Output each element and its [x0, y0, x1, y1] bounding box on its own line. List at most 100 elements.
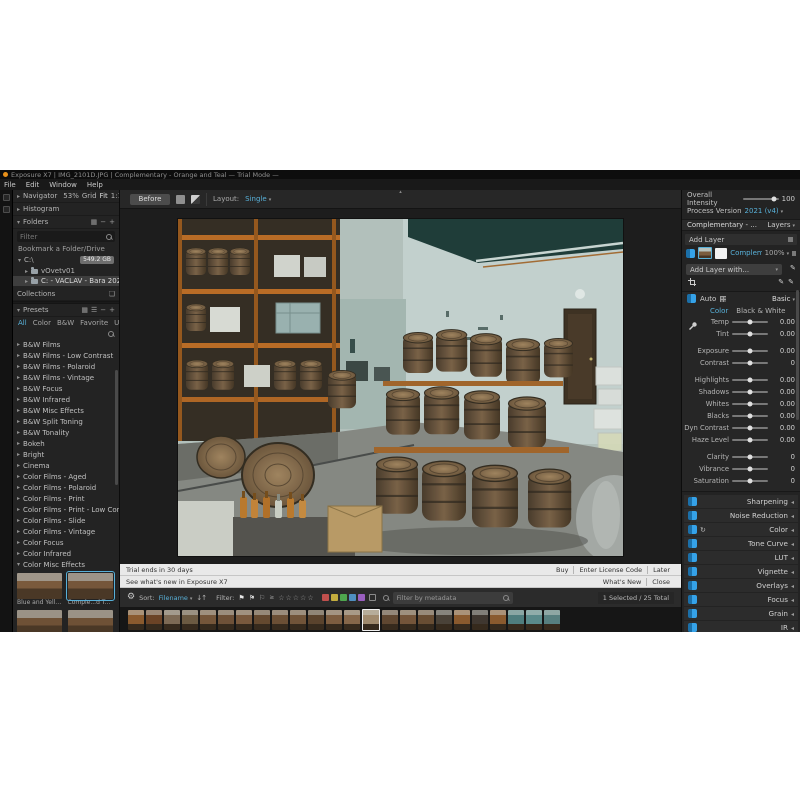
filmstrip-thumbnail[interactable]: [382, 610, 398, 630]
slider-track[interactable]: [732, 468, 768, 470]
menu-item[interactable]: Edit: [26, 181, 40, 189]
effect-panel-row[interactable]: ↻ Sharpening: [684, 495, 798, 508]
preset-group-item[interactable]: B&W Infrared: [13, 394, 119, 405]
slider-track[interactable]: [732, 480, 768, 482]
overall-intensity-slider[interactable]: [743, 198, 779, 200]
sort-direction-icon[interactable]: ↓↑: [196, 594, 206, 602]
preset-group-item[interactable]: Color Infrared: [13, 548, 119, 559]
preset-group-item[interactable]: B&W Tonality: [13, 427, 119, 438]
effect-panel-row[interactable]: ↻ Grain: [684, 607, 798, 620]
enable-toggle[interactable]: [688, 553, 697, 562]
effect-panel-row[interactable]: ↻ Vignette: [684, 565, 798, 578]
notification-action[interactable]: What's New: [598, 578, 647, 586]
keyword-icon[interactable]: [383, 595, 389, 601]
navigator-header[interactable]: Navigator 53% Grid Fit 1:1: [13, 190, 119, 203]
slider-knob[interactable]: [748, 349, 753, 354]
preset-group-item[interactable]: B&W Films - Polaroid: [13, 361, 119, 372]
preset-thumbnail[interactable]: Blue and Yellow: [17, 573, 62, 607]
filmstrip-thumbnail[interactable]: [164, 610, 180, 630]
preset-group-item[interactable]: Color Films - Print - Low Contrast: [13, 504, 119, 515]
slider-knob[interactable]: [748, 426, 753, 431]
flag-unflagged-icon[interactable]: ⚐: [259, 594, 265, 602]
enable-toggle[interactable]: [688, 497, 697, 506]
filmstrip-thumbnail[interactable]: [218, 610, 234, 630]
slider-knob[interactable]: [748, 414, 753, 419]
preset-group-item[interactable]: Color Focus: [13, 537, 119, 548]
slider-knob[interactable]: [748, 479, 753, 484]
color-label-none-chip[interactable]: [369, 594, 376, 601]
filmstrip-thumbnail[interactable]: [472, 610, 488, 630]
layer-name[interactable]: Complem...: [730, 249, 761, 257]
list-view-icon[interactable]: ☰: [91, 306, 97, 314]
slider-track[interactable]: [732, 403, 768, 405]
drive-row[interactable]: C:\ 549.2 GB: [13, 254, 119, 266]
folder-row[interactable]: C: - VACLAV - Bara 2021: [13, 276, 119, 286]
slider-track[interactable]: [732, 439, 768, 441]
filmstrip-thumbnail[interactable]: [290, 610, 306, 630]
grid-button[interactable]: Grid: [82, 192, 97, 200]
slider-track[interactable]: [732, 321, 768, 323]
effect-panel-row[interactable]: ↻ IR: [684, 621, 798, 632]
effect-panel-row[interactable]: ↻ Overlays: [684, 579, 798, 592]
preset-tab[interactable]: Color: [33, 319, 51, 327]
basic-enable-toggle[interactable]: [687, 294, 696, 303]
left-scrollbar[interactable]: [115, 370, 118, 485]
layer-visibility-toggle[interactable]: [686, 249, 695, 258]
color-label-chip[interactable]: [322, 594, 329, 601]
filmstrip-thumbnail[interactable]: [400, 610, 416, 630]
color-label-chip[interactable]: [358, 594, 365, 601]
slider-track[interactable]: [732, 391, 768, 393]
collections-row[interactable]: Collections ❏: [13, 288, 119, 301]
slider-knob[interactable]: [748, 402, 753, 407]
preset-thumbnail[interactable]: [68, 610, 113, 632]
enable-toggle[interactable]: [688, 581, 697, 590]
filmstrip-thumbnail[interactable]: [146, 610, 162, 630]
flag-reject-icon[interactable]: ⚑: [249, 594, 255, 602]
preset-thumbnail[interactable]: Comple...d Teal: [68, 573, 113, 607]
photo-canvas[interactable]: [120, 209, 681, 564]
layers-header[interactable]: Complementary - ... Layers: [682, 219, 800, 231]
auto-levels-icon[interactable]: [720, 296, 726, 302]
preset-tab[interactable]: Color: [710, 307, 728, 315]
brush-tool-icon[interactable]: ✎: [788, 278, 794, 286]
preset-tab[interactable]: Favorite: [80, 319, 108, 327]
enable-toggle[interactable]: [688, 623, 697, 632]
notification-action[interactable]: Close: [646, 578, 675, 586]
slider-knob[interactable]: [748, 467, 753, 472]
crop-tool-icon[interactable]: [688, 278, 696, 286]
fit-button[interactable]: Fit: [100, 192, 108, 200]
slider-knob[interactable]: [748, 361, 753, 366]
enable-toggle[interactable]: [688, 525, 697, 534]
slider-knob[interactable]: [748, 390, 753, 395]
add-layer-with-select[interactable]: Add Layer with...: [686, 264, 782, 275]
filmstrip-thumbnail[interactable]: [436, 610, 452, 630]
notification-action[interactable]: Later: [647, 566, 675, 574]
filmstrip-thumbnail[interactable]: [490, 610, 506, 630]
right-scrollbar[interactable]: [796, 290, 799, 420]
slider-track[interactable]: [732, 415, 768, 417]
star-rating-filter[interactable]: ☆☆☆☆☆: [278, 594, 314, 602]
layers-menu[interactable]: Layers: [767, 221, 795, 229]
layout-select[interactable]: Single: [245, 195, 271, 203]
enable-toggle[interactable]: [688, 609, 697, 618]
menu-item[interactable]: File: [4, 181, 16, 189]
eyedropper-icon[interactable]: [688, 319, 697, 331]
before-button[interactable]: Before: [130, 194, 170, 205]
rating-ge-icon[interactable]: ≥: [269, 594, 274, 601]
slider-knob[interactable]: [748, 320, 753, 325]
slider-knob[interactable]: [771, 197, 776, 202]
panel-toggle-icon[interactable]: [3, 194, 10, 201]
metadata-search-input[interactable]: Filter by metadata: [393, 592, 513, 604]
histogram-header[interactable]: Histogram: [13, 203, 119, 216]
preset-thumbnail[interactable]: [17, 610, 62, 632]
slider-track[interactable]: [732, 427, 768, 429]
notification-action[interactable]: Buy: [551, 566, 573, 574]
preset-group-item[interactable]: Bokeh: [13, 438, 119, 449]
color-label-chip[interactable]: [331, 594, 338, 601]
sort-select[interactable]: Filename: [159, 594, 193, 602]
basic-panel-title[interactable]: Basic: [772, 295, 795, 303]
presets-header[interactable]: Presets ▦ ☰ − +: [13, 304, 119, 317]
filmstrip-thumbnail[interactable]: [272, 610, 288, 630]
preset-tab[interactable]: Black & White: [736, 307, 785, 315]
add-icon[interactable]: +: [109, 218, 115, 226]
